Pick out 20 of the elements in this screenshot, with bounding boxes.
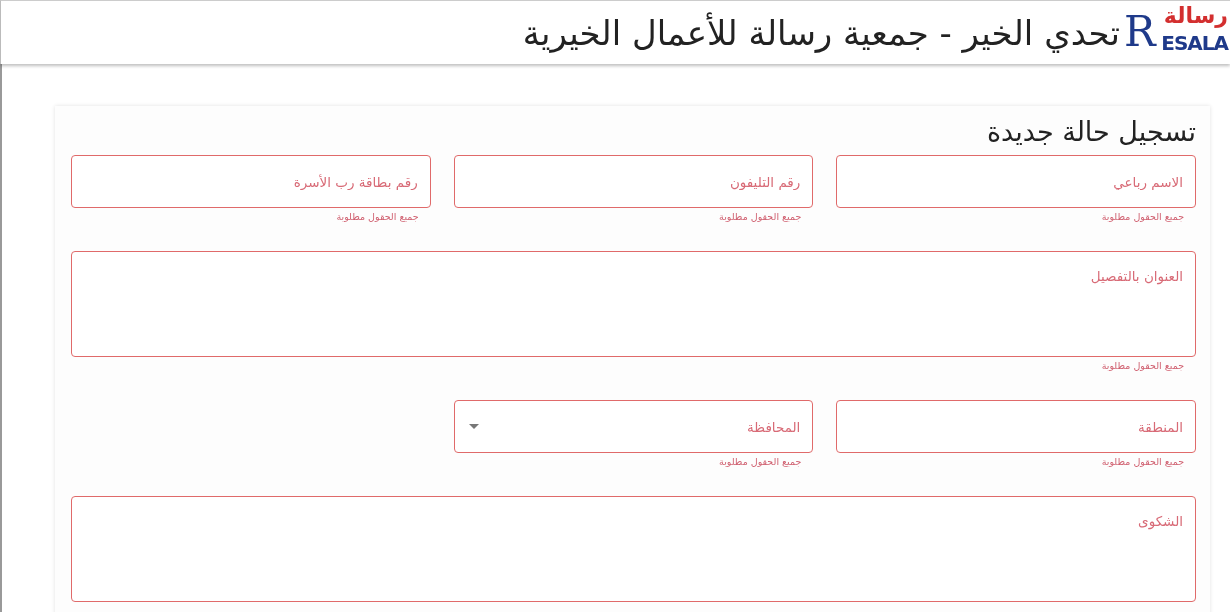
helper-text: جميع الحقول مطلوبة: [336, 211, 419, 222]
logo-latin-text: ESALA: [1161, 32, 1228, 53]
helper-text: جميع الحقول مطلوبة: [719, 211, 802, 222]
textarea-field[interactable]: العنوان بالتفصيل: [71, 251, 1196, 357]
page-title: تحدي الخير - جمعية رسالة للأعمال الخيرية: [522, 12, 1120, 53]
form-title: تسجيل حالة جديدة: [985, 116, 1196, 147]
helper-text: جميع الحقول مطلوبة: [1101, 456, 1184, 467]
helper-text: جميع الحقول مطلوبة: [1101, 360, 1184, 371]
input-field[interactable]: رقم بطاقة رب الأسرة: [71, 155, 431, 208]
logo-initial: R: [1124, 10, 1156, 53]
input-field[interactable]: المنطقة: [836, 400, 1196, 453]
helper-text: جميع الحقول مطلوبة: [1101, 211, 1184, 222]
helper-text: جميع الحقول مطلوبة: [719, 456, 802, 467]
select-field[interactable]: المحافظة: [453, 400, 814, 453]
textarea-field[interactable]: الشكوى: [71, 496, 1196, 602]
input-field[interactable]: الاسم رباعي: [836, 155, 1196, 208]
select-placeholder: المحافظة: [747, 418, 801, 435]
input-field[interactable]: رقم التليفون: [453, 155, 814, 208]
caret-icon: [468, 424, 479, 429]
logo-arabic-text: رسالة: [1163, 4, 1228, 27]
